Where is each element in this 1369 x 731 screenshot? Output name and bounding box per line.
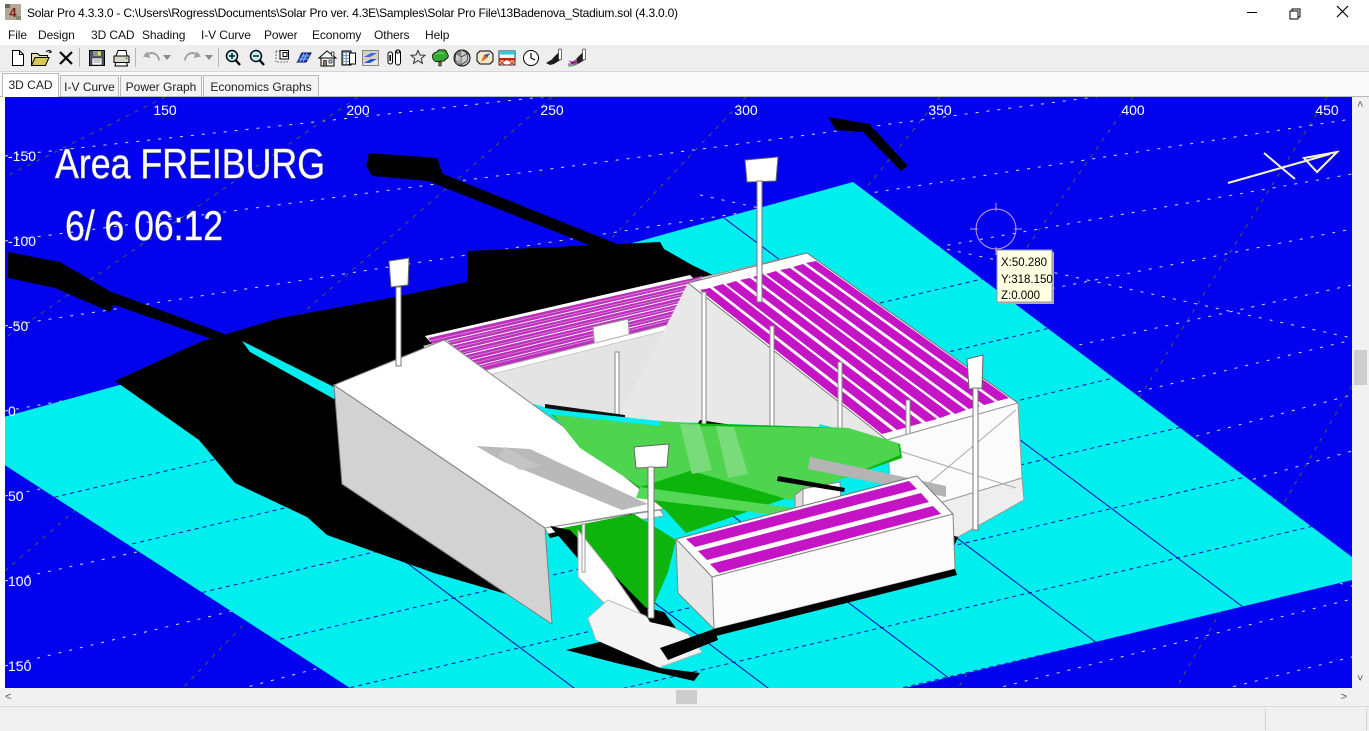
svg-text:Area FREIBURG: Area FREIBURG xyxy=(55,140,325,187)
svg-text:200: 200 xyxy=(346,102,370,118)
svg-text:Z:0.000: Z:0.000 xyxy=(1001,290,1040,302)
svg-text:150: 150 xyxy=(153,102,177,118)
svg-text:250: 250 xyxy=(540,102,564,118)
svg-text:-100: -100 xyxy=(8,233,36,249)
svg-text:300: 300 xyxy=(734,102,758,118)
svg-text:450: 450 xyxy=(1315,102,1339,118)
svg-text:50: 50 xyxy=(8,488,24,504)
svg-text:4: 4 xyxy=(9,5,17,20)
svg-text:0: 0 xyxy=(8,403,16,419)
svg-text:-150: -150 xyxy=(8,148,36,164)
svg-text:150: 150 xyxy=(8,658,32,674)
svg-text:100: 100 xyxy=(8,573,32,589)
svg-text:X:50.280: X:50.280 xyxy=(1001,257,1047,269)
svg-text:350: 350 xyxy=(928,102,952,118)
svg-text:Y:318.150: Y:318.150 xyxy=(1001,274,1053,286)
svg-text:-50: -50 xyxy=(8,318,28,334)
svg-text:6/ 6 06:12: 6/ 6 06:12 xyxy=(65,202,223,249)
svg-text:400: 400 xyxy=(1121,102,1145,118)
